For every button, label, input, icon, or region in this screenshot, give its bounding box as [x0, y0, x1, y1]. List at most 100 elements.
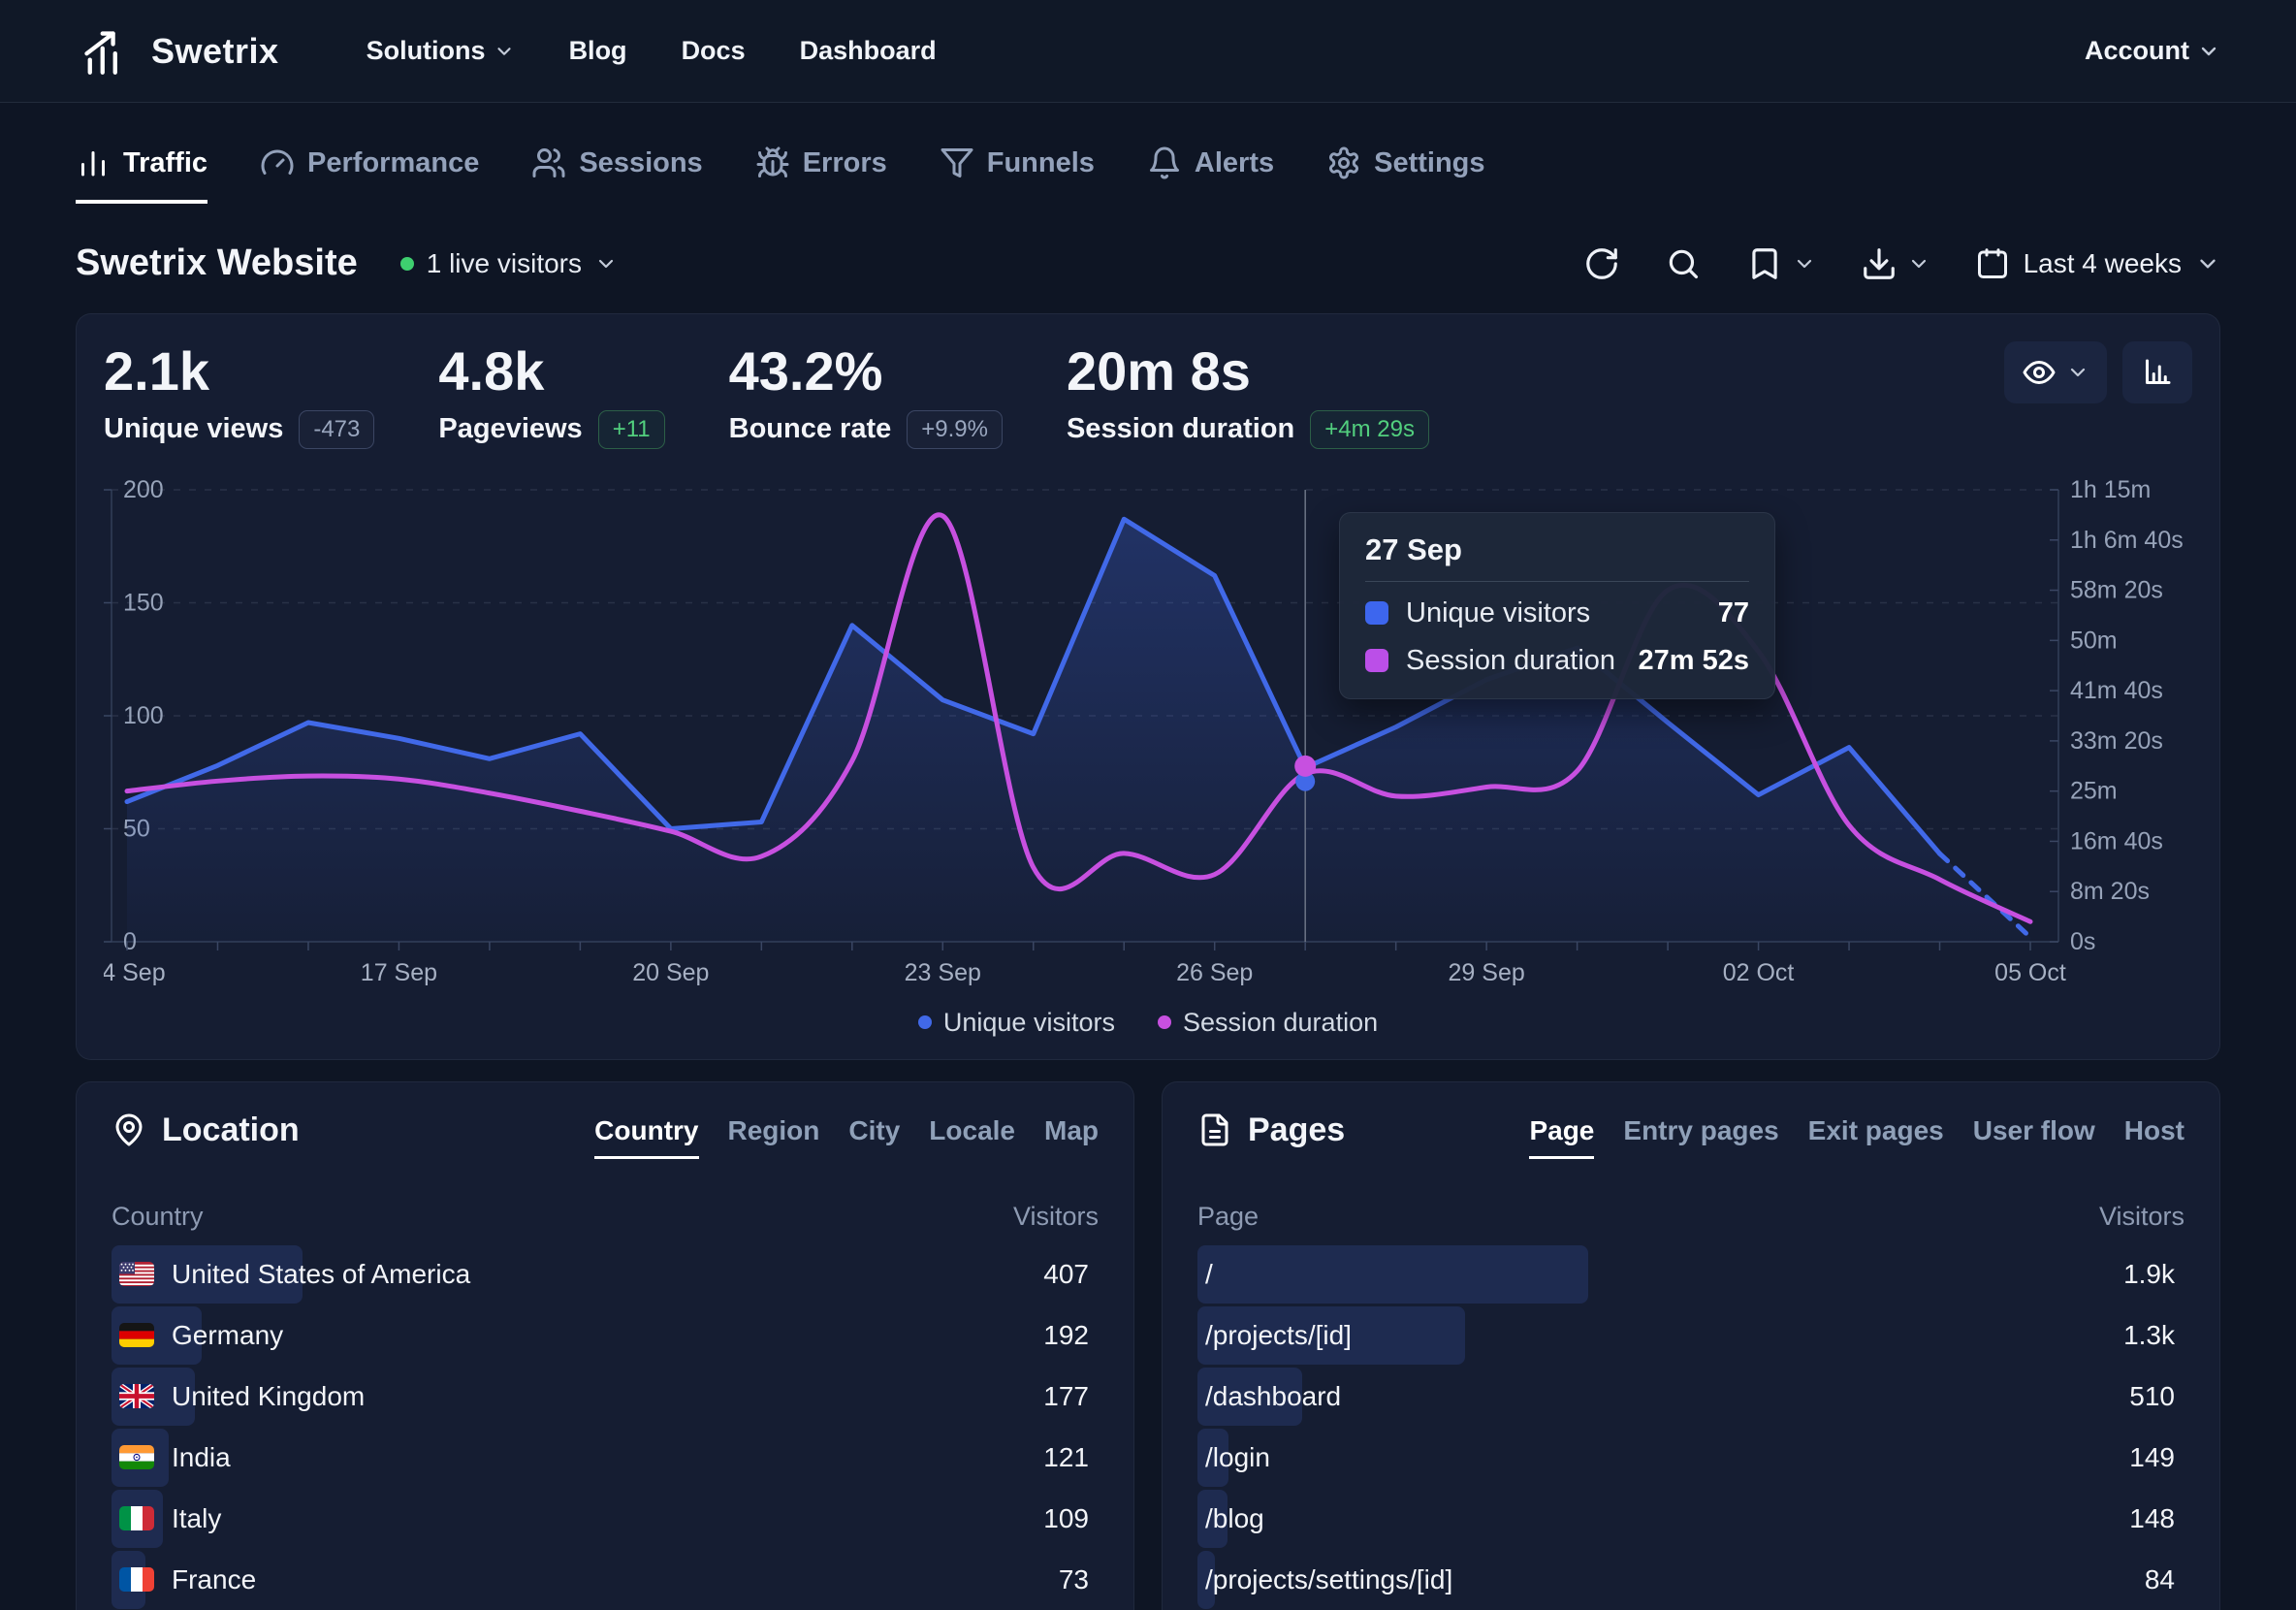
row-label: Germany — [172, 1320, 283, 1351]
users-icon — [531, 145, 566, 180]
table-row[interactable]: /login149 — [1197, 1429, 2184, 1487]
row-value: 1.9k — [2123, 1259, 2175, 1290]
table-row[interactable]: United States of America407 — [112, 1245, 1099, 1304]
tab-map[interactable]: Map — [1044, 1115, 1099, 1159]
row-value: 84 — [2145, 1564, 2175, 1595]
metric-session-duration[interactable]: 20m 8sSession duration+4m 29s — [1067, 343, 1429, 449]
tooltip-row: Session duration 27m 52s — [1365, 645, 1749, 677]
tab-page[interactable]: Page — [1529, 1115, 1594, 1159]
nav-link-docs[interactable]: Docs — [682, 36, 746, 66]
svg-text:150: 150 — [123, 589, 164, 616]
svg-text:8m 20s: 8m 20s — [2070, 878, 2150, 905]
chevron-down-icon — [594, 252, 618, 275]
date-range-picker[interactable]: Last 4 weeks — [1975, 246, 2220, 281]
tab-exit-pages[interactable]: Exit pages — [1808, 1115, 1944, 1159]
chevron-down-icon — [2197, 40, 2220, 63]
row-label: /blog — [1205, 1503, 1264, 1534]
traffic-chart[interactable]: 0501001502000s8m 20s16m 40s25m33m 20s41m… — [104, 470, 2192, 1002]
svg-text:02 Oct: 02 Oct — [1723, 959, 1795, 986]
navbar: Swetrix Solutions Blog Docs Dashboard Ac… — [0, 0, 2296, 103]
pages-panel-title: Pages — [1197, 1111, 1345, 1149]
chevron-down-icon — [1793, 252, 1816, 275]
table-row[interactable]: /projects/[id]1.3k — [1197, 1306, 2184, 1365]
table-row[interactable]: Italy109 — [112, 1490, 1099, 1548]
refresh-icon — [1583, 245, 1620, 282]
eye-icon — [2022, 355, 2057, 390]
tab-errors[interactable]: Errors — [755, 145, 887, 204]
metric-change-badge: -473 — [299, 410, 374, 449]
tab-settings[interactable]: Settings — [1326, 145, 1484, 204]
account-menu[interactable]: Account — [2085, 36, 2220, 66]
row-value: 192 — [1043, 1320, 1089, 1351]
table-row[interactable]: /projects/settings/[id] 84 — [1197, 1551, 2184, 1609]
svg-text:23 Sep: 23 Sep — [905, 959, 981, 986]
map-pin-icon — [112, 1112, 146, 1147]
tab-region[interactable]: Region — [728, 1115, 820, 1159]
tab-performance[interactable]: Performance — [260, 145, 479, 204]
metrics-visibility-button[interactable] — [2004, 341, 2107, 403]
metric-pageviews[interactable]: 4.8kPageviews+11 — [438, 343, 664, 449]
export-button[interactable] — [1861, 245, 1930, 282]
bell-icon — [1147, 145, 1182, 180]
tab-funnels[interactable]: Funnels — [940, 145, 1095, 204]
svg-text:26 Sep: 26 Sep — [1176, 959, 1253, 986]
table-row[interactable]: India121 — [112, 1429, 1099, 1487]
location-panel-title: Location — [112, 1111, 300, 1149]
legend-item[interactable]: Unique visitors — [918, 1008, 1115, 1038]
bug-icon — [755, 145, 790, 180]
table-row[interactable]: United Kingdom 177 — [112, 1368, 1099, 1426]
file-icon — [1197, 1112, 1232, 1147]
svg-text:200: 200 — [123, 476, 164, 503]
row-value: 1.3k — [2123, 1320, 2175, 1351]
session-duration-swatch — [1365, 649, 1388, 672]
location-tabs: Country Region City Locale Map — [594, 1115, 1099, 1159]
legend-item[interactable]: Session duration — [1158, 1008, 1378, 1038]
chart-legend: Unique visitors Session duration — [104, 1008, 2192, 1038]
metric-unique-views[interactable]: 2.1kUnique views-473 — [104, 343, 374, 449]
gear-icon — [1326, 145, 1361, 180]
swetrix-logo[interactable]: Swetrix — [76, 26, 279, 77]
chevron-down-icon — [494, 41, 515, 62]
brand-name: Swetrix — [151, 31, 279, 72]
row-label: India — [172, 1442, 231, 1473]
nav-link-blog[interactable]: Blog — [569, 36, 627, 66]
row-label: /projects/settings/[id] — [1205, 1564, 1452, 1595]
tab-entry-pages[interactable]: Entry pages — [1623, 1115, 1778, 1159]
nav-link-dashboard[interactable]: Dashboard — [800, 36, 937, 66]
svg-text:1h 6m 40s: 1h 6m 40s — [2070, 527, 2184, 554]
nav-link-solutions[interactable]: Solutions — [367, 36, 515, 66]
svg-text:17 Sep: 17 Sep — [361, 959, 437, 986]
row-value: 73 — [1059, 1564, 1089, 1595]
flag-in-icon — [119, 1445, 154, 1469]
tab-sessions[interactable]: Sessions — [531, 145, 702, 204]
tab-locale[interactable]: Locale — [929, 1115, 1015, 1159]
chevron-down-icon — [2066, 361, 2089, 384]
metric-bounce-rate[interactable]: 43.2%Bounce rate+9.9% — [729, 343, 1003, 449]
table-row[interactable]: /1.9k — [1197, 1245, 2184, 1304]
table-row[interactable]: France73 — [112, 1551, 1099, 1609]
row-value: 177 — [1043, 1381, 1089, 1412]
tab-country[interactable]: Country — [594, 1115, 698, 1159]
table-row[interactable]: /dashboard510 — [1197, 1368, 2184, 1426]
search-button[interactable] — [1665, 245, 1702, 282]
tab-city[interactable]: City — [848, 1115, 900, 1159]
search-icon — [1665, 245, 1702, 282]
chart-type-button[interactable] — [2122, 341, 2192, 403]
table-row[interactable]: /blog148 — [1197, 1490, 2184, 1548]
svg-text:29 Sep: 29 Sep — [1449, 959, 1525, 986]
metric-change-badge: +4m 29s — [1310, 410, 1429, 449]
pages-panel: Pages Page Entry pages Exit pages User flow… — [1162, 1081, 2220, 1610]
row-label: Italy — [172, 1503, 221, 1534]
svg-text:33m 20s: 33m 20s — [2070, 727, 2163, 755]
tab-alerts[interactable]: Alerts — [1147, 145, 1274, 204]
refresh-button[interactable] — [1583, 245, 1620, 282]
tab-traffic[interactable]: Traffic — [76, 145, 207, 204]
svg-text:100: 100 — [123, 702, 164, 729]
row-value: 407 — [1043, 1259, 1089, 1290]
bookmark-button[interactable] — [1746, 245, 1816, 282]
tab-user-flow[interactable]: User flow — [1973, 1115, 2095, 1159]
row-label: United Kingdom — [172, 1381, 365, 1412]
live-visitors-button[interactable]: 1 live visitors — [400, 248, 618, 279]
tab-host[interactable]: Host — [2124, 1115, 2184, 1159]
table-row[interactable]: Germany 192 — [112, 1306, 1099, 1365]
